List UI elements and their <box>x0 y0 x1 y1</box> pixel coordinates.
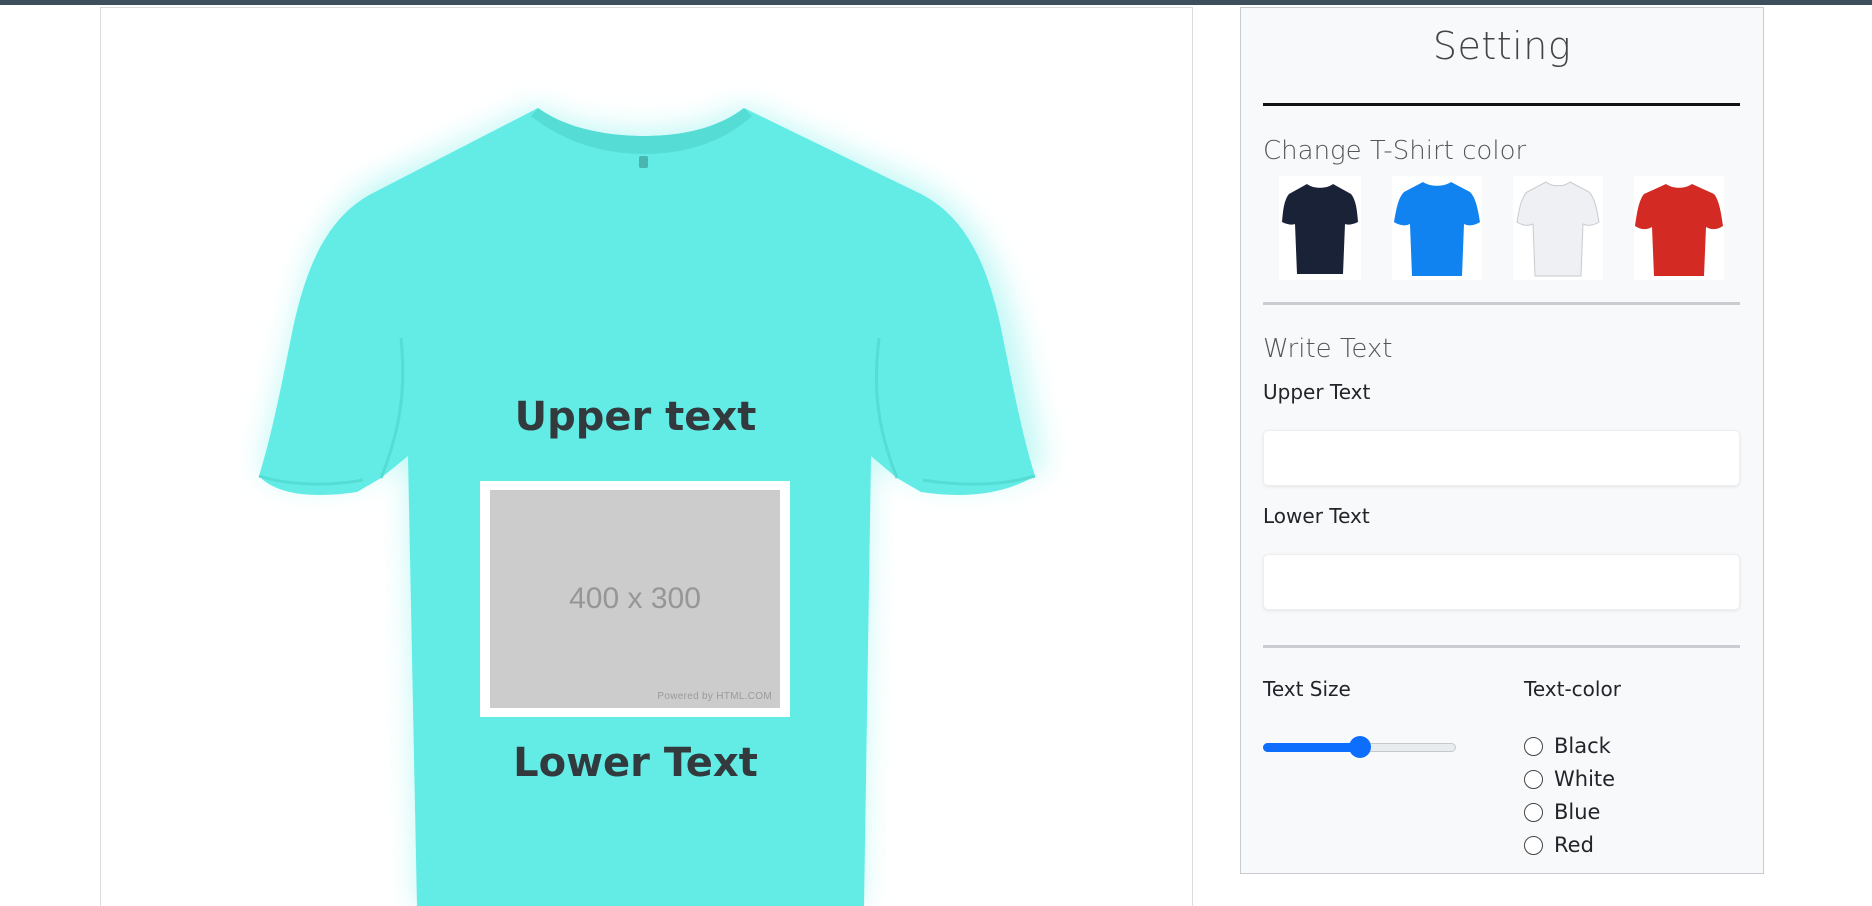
upper-text-input[interactable] <box>1263 430 1740 486</box>
settings-title: Setting <box>1432 24 1572 68</box>
radio-circle[interactable] <box>1524 769 1543 789</box>
swatch-blue-shirt[interactable] <box>1392 176 1482 280</box>
slider-thumb[interactable] <box>1348 736 1371 758</box>
placeholder-powered-by: Powered by HTML.COM <box>657 691 772 702</box>
blue-shirt-icon <box>1394 182 1480 276</box>
swatch-white-shirt[interactable] <box>1513 176 1603 280</box>
radio-label-white: White <box>1554 767 1616 791</box>
text-size-slider[interactable] <box>1263 736 1456 758</box>
radio-red[interactable]: Red <box>1524 831 1594 859</box>
white-shirt-icon <box>1516 181 1600 277</box>
text-color-label: Text-color <box>1524 677 1621 701</box>
text-size-label: Text Size <box>1263 677 1351 701</box>
radio-label-blue: Blue <box>1554 800 1601 824</box>
upper-text-preview: Upper text <box>514 394 757 440</box>
radio-label-red: Red <box>1554 833 1594 857</box>
design-image-placeholder: 400 x 300 Powered by HTML.COM <box>490 490 780 708</box>
divider <box>1263 645 1740 648</box>
slider-fill <box>1263 743 1360 752</box>
radio-circle[interactable] <box>1524 802 1543 822</box>
placeholder-size-label: 400 x 300 <box>569 582 701 615</box>
title-divider <box>1263 103 1740 106</box>
lower-text-label: Lower Text <box>1263 504 1370 528</box>
tshirt-preview: Upper text 400 x 300 Powered by HTML.COM… <box>100 7 1193 906</box>
radio-circle[interactable] <box>1524 736 1543 756</box>
upper-text-label: Upper Text <box>1263 380 1371 404</box>
radio-label-black: Black <box>1554 734 1611 758</box>
shirt-color-heading: Change T-Shirt color <box>1263 136 1527 166</box>
radio-black[interactable]: Black <box>1524 732 1611 760</box>
settings-panel: Setting Change T-Shirt color Write Text … <box>1240 7 1764 874</box>
red-shirt-icon <box>1635 184 1723 276</box>
write-text-heading: Write Text <box>1263 334 1393 364</box>
radio-circle[interactable] <box>1524 835 1543 855</box>
radio-white[interactable]: White <box>1524 765 1615 793</box>
top-bar <box>0 0 1872 5</box>
swatch-red-shirt[interactable] <box>1634 176 1724 280</box>
navy-shirt-icon <box>1282 184 1358 274</box>
swatch-navy-shirt[interactable] <box>1279 176 1361 280</box>
radio-blue[interactable]: Blue <box>1524 798 1600 826</box>
shirt-color-swatches <box>1241 176 1763 280</box>
design-image-frame: 400 x 300 Powered by HTML.COM <box>480 481 790 717</box>
divider <box>1263 302 1740 305</box>
lower-text-input[interactable] <box>1263 554 1740 610</box>
lower-text-preview: Lower Text <box>513 740 758 786</box>
